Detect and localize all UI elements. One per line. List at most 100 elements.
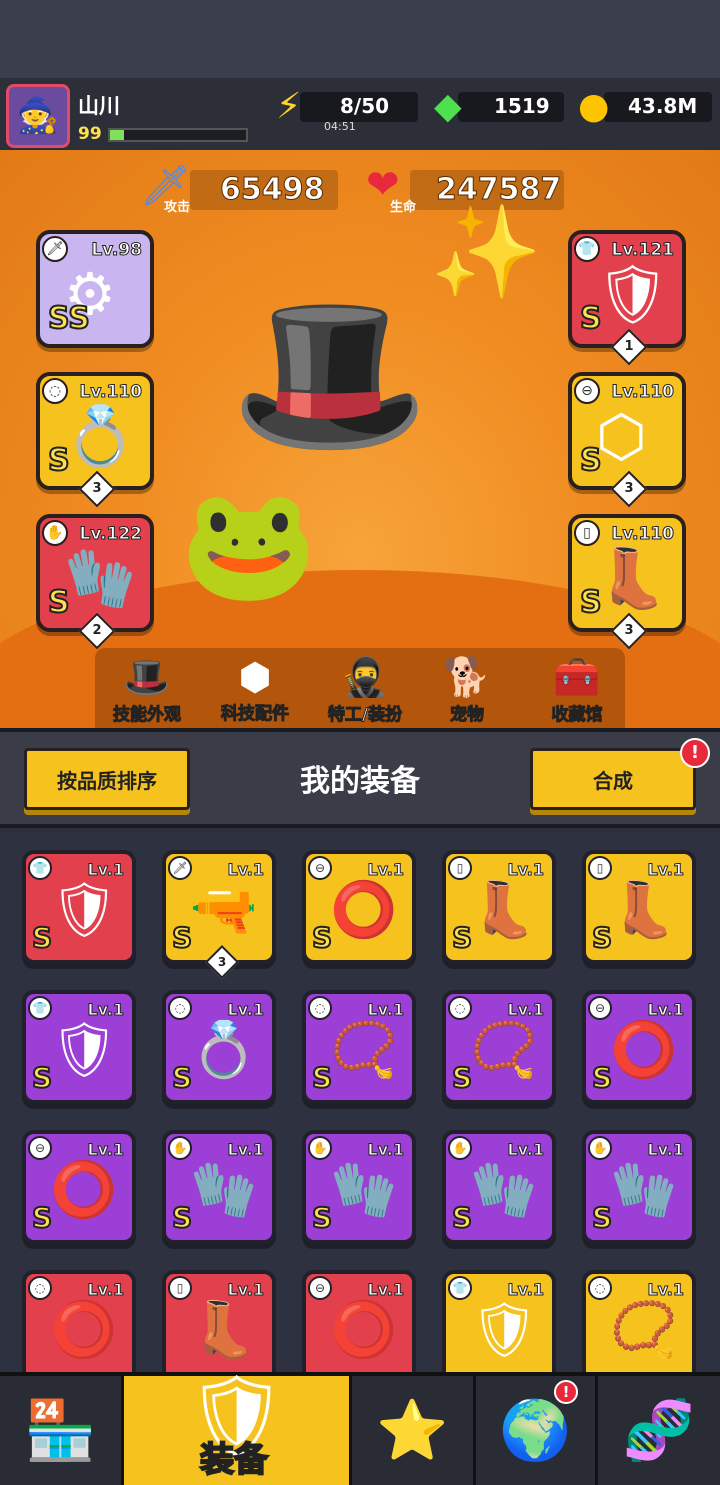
inventory-card[interactable]: 🗡 Lv.1 🔫 S 3 — [162, 850, 276, 979]
item-grade: S — [451, 1060, 473, 1095]
equipped-slot-ring[interactable]: ◌ Lv.110 💍 S 3 — [36, 372, 154, 508]
item-grade: S — [311, 920, 333, 955]
menu-icon: 🥷 — [341, 655, 389, 699]
item-icon: ⭕ — [50, 1158, 118, 1221]
item-grade: S — [31, 1200, 53, 1235]
item-level: Lv.1 — [507, 1000, 545, 1020]
nav-shop-tab[interactable]: 🏪 — [0, 1376, 124, 1485]
slot-type-icon: ✋ — [42, 520, 68, 546]
gloves-icon: 🧤 — [64, 544, 137, 612]
item-icon: ⭕ — [330, 878, 398, 941]
explore-alert-badge: ! — [554, 1380, 578, 1404]
item-star-count: 3 — [217, 955, 227, 969]
inventory-card[interactable]: 👕 Lv.1 🛡 S — [22, 990, 136, 1104]
item-icon: 🛡 — [470, 1298, 539, 1361]
item-type-icon: 👕 — [448, 1276, 472, 1300]
item-grade: S — [591, 1060, 613, 1095]
item-type-icon: 🗡 — [168, 856, 192, 880]
inventory-card[interactable]: ⊖ Lv.1 ⭕ S — [22, 1130, 136, 1244]
equipped-slot-boots[interactable]: ▯ Lv.110 👢 S 3 — [568, 514, 686, 650]
menu-item-1[interactable]: ⬢ 科技配件 — [200, 655, 310, 725]
item-type-icon: ◌ — [588, 1276, 612, 1300]
nav-explore-tab[interactable]: 🌍 — [476, 1376, 598, 1485]
inventory-card[interactable]: ⊖ Lv.1 ⭕ S — [302, 850, 416, 964]
energy-timer: 04:51 — [324, 120, 356, 133]
item-type-icon: 👕 — [28, 996, 52, 1020]
item-type-icon: ◌ — [28, 1276, 52, 1300]
ring-icon: 💍 — [64, 402, 137, 470]
inventory-card[interactable]: ◌ Lv.1 ⭕ — [22, 1270, 136, 1372]
item-icon: 📿 — [470, 1018, 538, 1081]
item-type-icon: 👕 — [28, 856, 52, 880]
menu-item-4[interactable]: 🧰 收藏馆 — [522, 655, 632, 726]
nav-battle-tab[interactable]: ⭐ — [352, 1376, 476, 1485]
item-icon: 📿 — [330, 1018, 398, 1081]
slot-star-count: 3 — [624, 623, 634, 638]
lightning-icon: ⚡ — [276, 86, 302, 127]
slot-type-icon: ▯ — [574, 520, 600, 546]
dna-capsule-icon: 🧬 — [622, 1396, 696, 1464]
slot-type-icon: 🗡 — [42, 236, 68, 262]
equipped-slot-gloves[interactable]: ✋ Lv.122 🧤 S 2 — [36, 514, 154, 650]
menu-label: 特工/装扮 — [327, 705, 403, 726]
nav-lab-tab[interactable]: 🧬 — [598, 1376, 720, 1485]
slot-grade: SS — [47, 300, 91, 337]
equipped-slot-weapon[interactable]: 🗡 Lv.98 ⚙ SS — [36, 230, 154, 348]
item-grade: S — [311, 1200, 333, 1235]
item-grade: S — [171, 1200, 193, 1235]
sort-by-quality-button[interactable]: 按品质排序 — [24, 748, 190, 810]
globe-icon: 🌍 — [499, 1396, 572, 1464]
menu-label: 收藏馆 — [551, 705, 603, 726]
hero-character[interactable]: 🎩 — [230, 280, 429, 469]
player-level: 99 — [78, 124, 102, 144]
item-grade: S — [451, 920, 473, 955]
item-grade: S — [31, 920, 53, 955]
inventory-card[interactable]: ◌ Lv.1 📿 S — [442, 990, 556, 1104]
item-icon: 📿 — [610, 1298, 678, 1361]
item-level: Lv.1 — [227, 1280, 265, 1300]
item-icon: 🧤 — [330, 1158, 398, 1221]
equipped-slot-belt[interactable]: ⊖ Lv.110 ⬡ S 3 — [568, 372, 686, 508]
inventory-card[interactable]: ▯ Lv.1 👢 S — [582, 850, 696, 964]
inventory-card[interactable]: ▯ Lv.1 👢 S — [442, 850, 556, 964]
item-type-icon: ✋ — [168, 1136, 192, 1160]
slot-star-count: 1 — [624, 339, 634, 354]
menu-label: 科技配件 — [221, 704, 290, 725]
menu-label: 宠物 — [450, 705, 485, 726]
item-icon: 👢 — [470, 878, 538, 941]
pet-frog[interactable]: 🐸 — [180, 480, 317, 609]
inventory-card[interactable]: ✋ Lv.1 🧤 S — [442, 1130, 556, 1244]
equipped-slot-armor[interactable]: 👕 Lv.121 🛡 S 1 — [568, 230, 686, 366]
item-type-icon: ◌ — [448, 996, 472, 1020]
inventory-card[interactable]: ⊖ Lv.1 ⭕ S — [582, 990, 696, 1104]
player-avatar[interactable]: 🧙 — [6, 84, 70, 148]
inventory-card[interactable]: ▯ Lv.1 👢 — [162, 1270, 276, 1372]
inventory-card[interactable]: ✋ Lv.1 🧤 S — [162, 1130, 276, 1244]
item-type-icon: ✋ — [448, 1136, 472, 1160]
inventory-card[interactable]: ✋ Lv.1 🧤 S — [582, 1130, 696, 1244]
item-level: Lv.1 — [87, 1140, 125, 1160]
inventory-card[interactable]: ⊖ Lv.1 ⭕ — [302, 1270, 416, 1372]
item-level: Lv.1 — [507, 1280, 545, 1300]
item-level: Lv.1 — [647, 860, 685, 880]
menu-item-0[interactable]: 🎩 技能外观 — [92, 655, 202, 726]
attack-label: 攻击 — [164, 200, 191, 215]
gem-icon: ◆ — [434, 86, 462, 127]
menu-item-3[interactable]: 🐕 宠物 — [412, 655, 522, 726]
inventory-card[interactable]: ◌ Lv.1 📿 S — [302, 990, 416, 1104]
inventory-card[interactable]: 👕 Lv.1 🛡 — [442, 1270, 556, 1372]
item-level: Lv.1 — [367, 860, 405, 880]
item-grade: S — [591, 920, 613, 955]
inventory-card[interactable]: ◌ Lv.1 💍 S — [162, 990, 276, 1104]
inventory-card[interactable]: ✋ Lv.1 🧤 S — [302, 1130, 416, 1244]
menu-item-2[interactable]: 🥷 特工/装扮 — [310, 655, 420, 726]
item-grade: S — [451, 1200, 473, 1235]
item-level: Lv.1 — [367, 1140, 405, 1160]
inventory-card[interactable]: ◌ Lv.1 📿 — [582, 1270, 696, 1372]
slot-level: Lv.121 — [611, 240, 674, 261]
item-type-icon: ⊖ — [588, 996, 612, 1020]
slot-star-count: 2 — [92, 623, 102, 638]
merge-button[interactable]: 合成 — [530, 748, 696, 810]
inventory-card[interactable]: 👕 Lv.1 🛡 S — [22, 850, 136, 964]
slot-type-icon: ⊖ — [574, 378, 600, 404]
